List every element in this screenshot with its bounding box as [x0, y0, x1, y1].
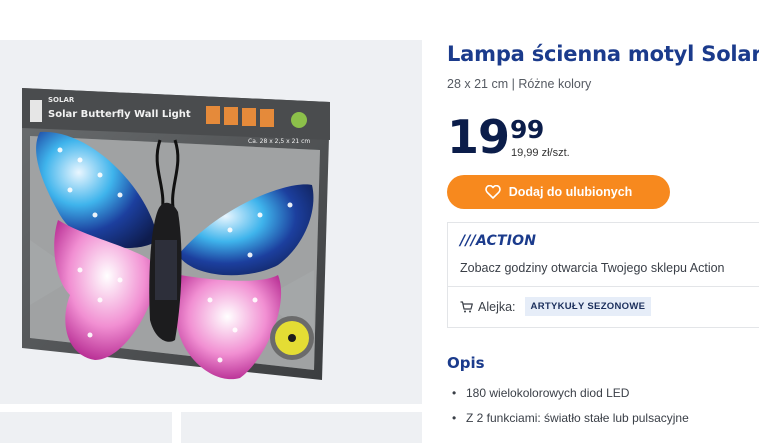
- price-decimal: 99: [510, 115, 544, 144]
- add-to-favorites-button[interactable]: Dodaj do ulubionych: [447, 175, 670, 209]
- aisle-badge: ARTYKUŁY SEZONOWE: [524, 297, 652, 316]
- list-item: 180 wielokolorowych diod LED: [452, 381, 689, 406]
- action-logo: ///ACTION: [460, 233, 537, 249]
- thumbnail[interactable]: [0, 412, 172, 443]
- description-list: 180 wielokolorowych diod LED Z 2 funkcia…: [452, 381, 689, 431]
- list-item: Z 2 funkciami: światło stałe lub pulsacy…: [452, 406, 689, 431]
- store-hours-link[interactable]: Zobacz godziny otwarcia Twojego sklepu A…: [460, 261, 725, 275]
- unit-price: 19,99 zł/szt.: [511, 147, 570, 159]
- product-image[interactable]: SOLAR Solar Butterfly Wall Light Ca. 28 …: [0, 40, 422, 404]
- divider: [448, 286, 759, 287]
- product-photo: SOLAR Solar Butterfly Wall Light Ca. 28 …: [22, 88, 330, 380]
- price-integer: 19: [447, 110, 510, 164]
- description-title: Opis: [447, 354, 485, 372]
- box-size: Ca. 28 x 2,5 x 21 cm: [248, 138, 310, 145]
- product-subtitle: 28 x 21 cm | Różne kolory: [447, 77, 592, 91]
- product-title: Lampa ścienna motyl Solar: [447, 42, 759, 66]
- cart-icon: [460, 300, 473, 313]
- thumbnail[interactable]: [181, 412, 422, 443]
- store-card: ///ACTION Zobacz godziny otwarcia Twojeg…: [447, 222, 759, 328]
- box-name: Solar Butterfly Wall Light: [48, 109, 191, 120]
- box-brand: SOLAR: [48, 96, 75, 104]
- add-to-favorites-label: Dodaj do ulubionych: [508, 185, 633, 199]
- aisle-row: Alejka: ARTYKUŁY SEZONOWE: [460, 297, 652, 316]
- heart-icon: [484, 185, 501, 199]
- aisle-label: Alejka:: [478, 299, 516, 314]
